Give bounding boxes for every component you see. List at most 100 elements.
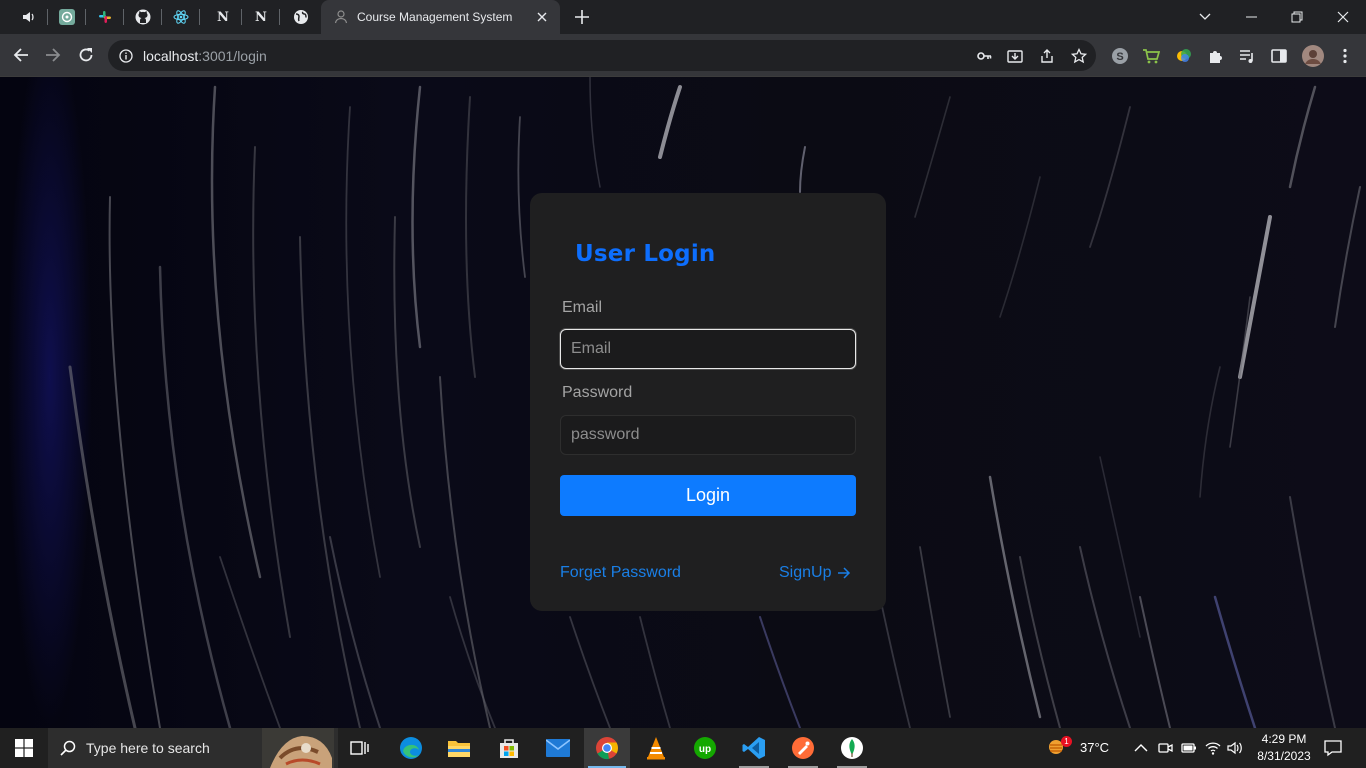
forward-button[interactable] [38,40,68,70]
arrow-right-icon [46,48,61,62]
chrome-icon [596,737,618,760]
signup-label: SignUp [779,564,832,581]
pinned-tab-chatgpt[interactable] [48,0,86,34]
tab-search-button[interactable] [1182,0,1228,34]
url-text: localhost:3001/login [143,48,267,64]
install-app-icon[interactable] [1007,48,1023,64]
reload-icon [79,48,93,62]
pinned-tab-slack[interactable] [86,0,124,34]
upwork-icon: up [694,737,716,759]
url-host: localhost [143,47,199,64]
windows-logo-icon [15,739,33,757]
key-icon[interactable] [976,48,992,64]
arrow-left-icon [13,48,28,62]
svg-text:S: S [1116,51,1123,63]
browser-toolbar: localhost:3001/login [0,34,1366,77]
close-tab-icon[interactable] [534,9,550,25]
pinned-tab-notion-1[interactable]: N [204,0,242,34]
weather-temperature[interactable]: 37°C [1080,740,1109,755]
new-tab-button[interactable] [570,5,594,29]
arrow-right-icon [838,567,851,579]
page-viewport: User Login Email Password Login Forget P… [0,77,1366,728]
pinned-tab-github[interactable] [124,0,162,34]
notifications-icon[interactable] [1324,739,1342,757]
more-menu-icon[interactable] [1336,47,1354,65]
forget-password-link[interactable]: Forget Password [560,564,681,582]
info-icon[interactable] [119,48,133,63]
github-icon [135,9,151,25]
volume-icon[interactable] [1227,740,1243,756]
taskbar-vlc[interactable] [633,728,679,768]
weather-badge: 1 [1061,736,1072,747]
bookmark-star-icon[interactable] [1071,48,1087,64]
notion-icon: N [217,9,229,25]
login-title: User Login [575,241,716,267]
pinned-tab-react[interactable] [162,0,200,34]
taskbar-mongodb-compass[interactable] [829,728,875,768]
skype-extension-icon[interactable]: S [1111,47,1129,65]
battery-icon[interactable] [1181,740,1197,756]
tab-strip: N N Course Management System [0,0,1366,34]
clock-date[interactable]: 8/31/2023 [1254,749,1314,763]
back-button[interactable] [6,40,36,70]
password-label: Password [562,384,633,401]
mail-icon [546,739,570,757]
pinned-tab-audio[interactable] [10,0,48,34]
store-icon [500,739,518,758]
task-view-button[interactable] [337,728,383,768]
taskbar-file-explorer[interactable] [436,728,482,768]
globe-icon [293,9,309,25]
folder-icon [448,741,470,757]
reload-button[interactable] [71,40,101,70]
taskbar-vscode[interactable] [731,728,777,768]
minimize-button[interactable] [1228,0,1274,34]
signup-link[interactable]: SignUp [779,564,851,582]
task-view-icon [350,741,369,755]
react-icon [173,9,189,25]
search-highlight-illustration [262,728,334,768]
meet-now-icon[interactable] [1157,740,1173,756]
postman-icon [792,737,814,759]
password-input[interactable] [560,415,856,455]
url-path: :3001/login [198,47,267,64]
address-bar[interactable]: localhost:3001/login [108,40,1096,71]
pinned-tab-web[interactable] [282,0,320,34]
taskbar-edge[interactable] [388,728,434,768]
slack-icon [97,9,113,25]
media-control-icon[interactable] [1238,47,1256,65]
taskbar-upwork[interactable]: up [682,728,728,768]
clock-time[interactable]: 4:29 PM [1259,732,1309,746]
taskbar-store[interactable] [486,728,532,768]
pinned-tab-notion-2[interactable]: N [242,0,280,34]
taskbar-chrome[interactable] [584,728,630,768]
taskbar-search[interactable]: Type here to search [48,728,338,768]
search-placeholder: Type here to search [86,740,210,756]
forget-password-label: Forget Password [560,564,681,581]
search-icon [60,740,76,756]
vscode-icon [742,737,765,759]
login-button[interactable]: Login [560,475,856,516]
shopping-cart-extension-icon[interactable] [1142,47,1160,65]
windows-taskbar: Type here to search up 1 37°C 4:29 PM 8/… [0,728,1366,768]
share-icon[interactable] [1039,48,1055,64]
chevron-up-icon[interactable] [1133,740,1149,756]
side-panel-icon[interactable] [1270,47,1288,65]
notion-icon: N [255,9,267,25]
colorful-extension-icon[interactable] [1175,47,1193,65]
chevron-down-icon [1199,13,1211,20]
wifi-icon[interactable] [1205,740,1221,756]
restore-button[interactable] [1274,0,1320,34]
page-favicon-icon [333,9,349,25]
close-window-button[interactable] [1320,0,1366,34]
taskbar-postman[interactable] [780,728,826,768]
svg-text:up: up [699,744,711,755]
tab-course-management[interactable]: Course Management System [321,0,560,34]
taskbar-mail[interactable] [535,728,581,768]
puzzle-extensions-icon[interactable] [1207,47,1225,65]
vlc-icon [647,737,665,760]
email-label: Email [562,299,603,316]
mongodb-icon [841,737,863,759]
profile-avatar[interactable] [1302,45,1324,67]
email-input[interactable] [560,329,856,369]
start-button[interactable] [0,728,48,768]
